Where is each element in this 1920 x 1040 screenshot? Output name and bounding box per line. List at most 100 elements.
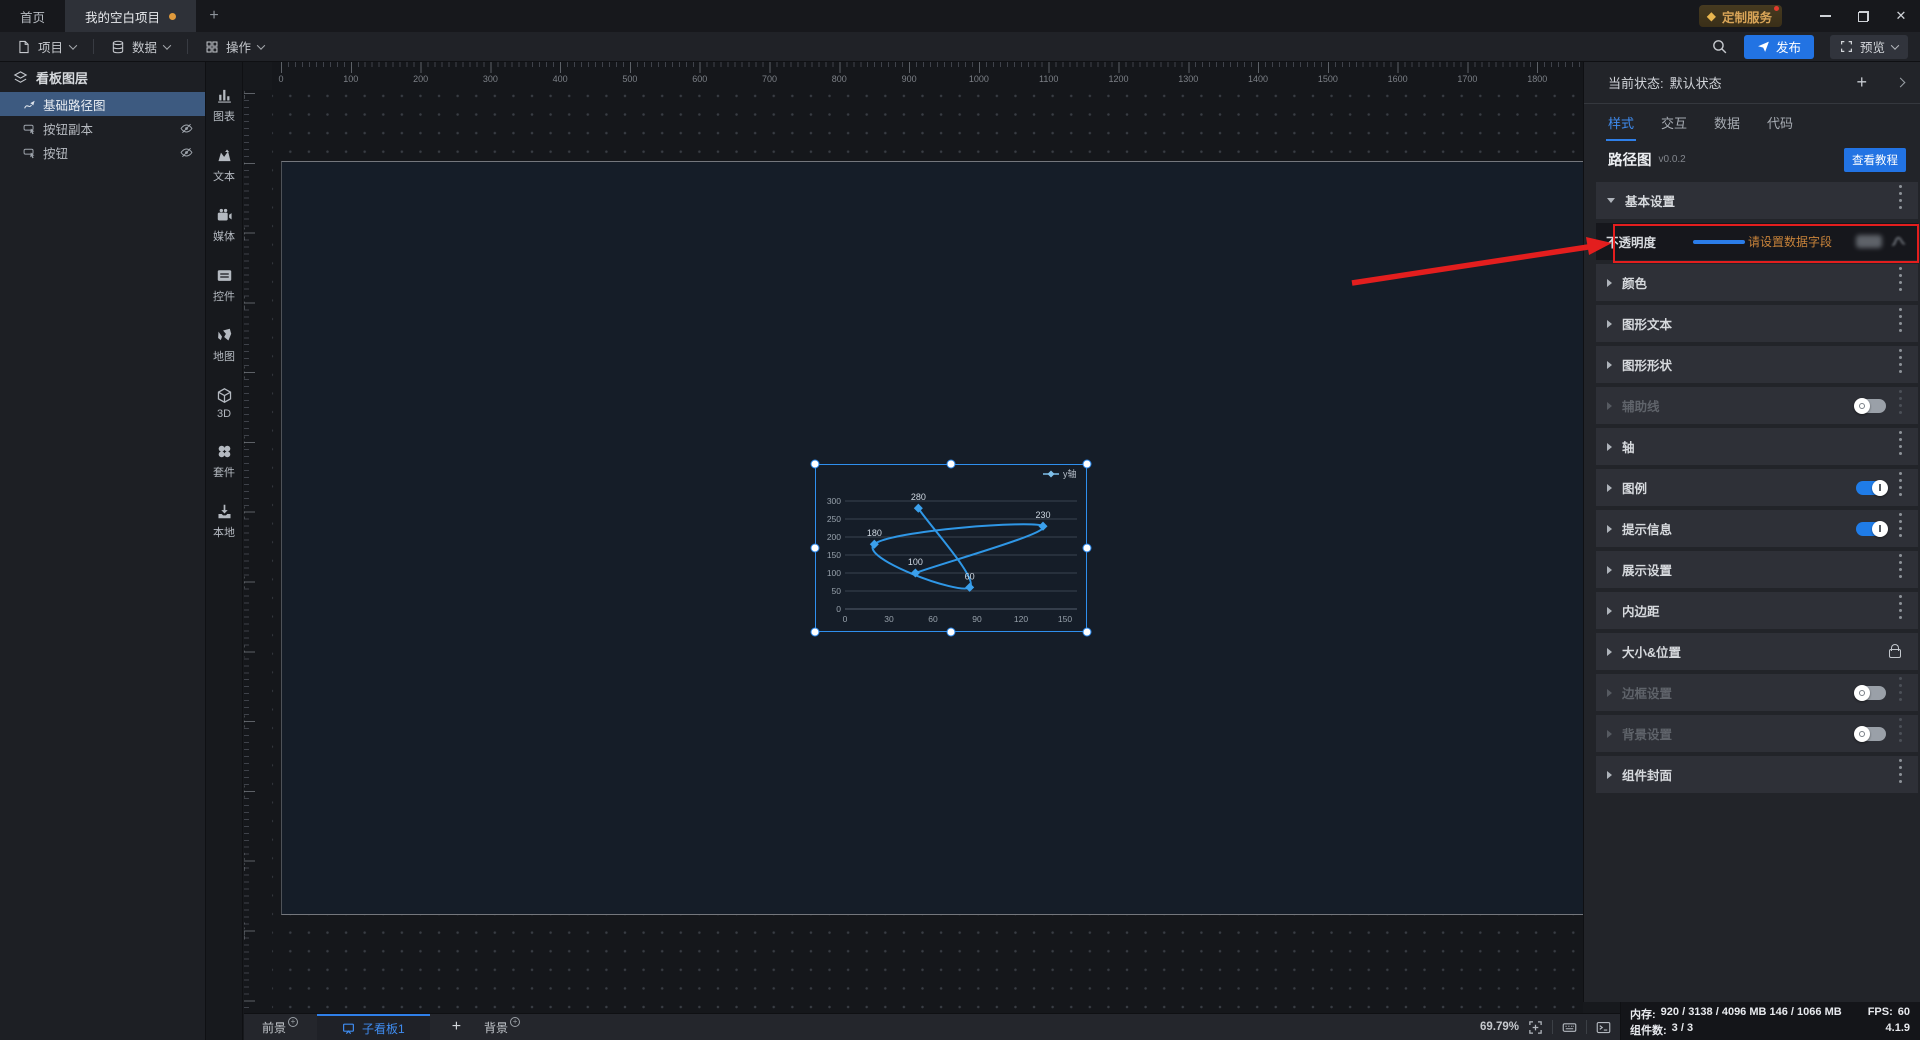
- section-展示设置[interactable]: 展示设置: [1596, 551, 1918, 588]
- toggle-off[interactable]: [1854, 684, 1886, 701]
- resize-handle[interactable]: [810, 459, 820, 469]
- close-button[interactable]: ✕: [1882, 0, 1920, 32]
- section-图形形状[interactable]: 图形形状: [1596, 346, 1918, 383]
- canvas-viewport[interactable]: 0 50 100 150 200 250 300 0 30 60 90 120 150 100 230 180…: [272, 90, 1583, 1013]
- more-menu-icon[interactable]: [1899, 445, 1902, 448]
- menu-doc[interactable]: 项目: [0, 32, 93, 61]
- tab-代码[interactable]: 代码: [1767, 104, 1793, 141]
- section-辅助线[interactable]: 辅助线: [1596, 387, 1918, 424]
- toolbar-item-cube[interactable]: 3D: [216, 387, 233, 420]
- more-menu-icon[interactable]: [1899, 691, 1902, 694]
- preview-button[interactable]: 预览: [1829, 34, 1908, 59]
- more-menu-icon[interactable]: [1899, 609, 1902, 612]
- caret-right-icon[interactable]: [1607, 401, 1612, 410]
- add-state-button[interactable]: +: [1856, 72, 1867, 93]
- layer-item[interactable]: 基础路径图: [0, 92, 205, 116]
- more-menu-icon[interactable]: [1899, 527, 1902, 530]
- resize-handle[interactable]: [810, 627, 820, 637]
- more-menu-icon[interactable]: [1899, 404, 1902, 407]
- more-menu-icon[interactable]: [1899, 281, 1902, 284]
- minimize-button[interactable]: [1806, 0, 1844, 32]
- restore-button[interactable]: [1844, 0, 1882, 32]
- caret-down-icon[interactable]: [1607, 198, 1615, 203]
- caret-right-icon[interactable]: [1607, 565, 1612, 574]
- background-button[interactable]: 背景 +: [474, 1017, 530, 1036]
- caret-right-icon[interactable]: [1607, 770, 1612, 779]
- more-menu-icon[interactable]: [1899, 199, 1902, 202]
- toggle-on[interactable]: [1856, 479, 1888, 496]
- section-背景设置[interactable]: 背景设置: [1596, 715, 1918, 752]
- more-menu-icon[interactable]: [1899, 568, 1902, 571]
- caret-right-icon[interactable]: [1607, 319, 1612, 328]
- toolbar-item-widget[interactable]: 控件: [213, 267, 235, 304]
- caret-right-icon[interactable]: [1607, 606, 1612, 615]
- custom-service-badge[interactable]: ◆ 定制服务: [1698, 5, 1782, 27]
- section-边框设置[interactable]: 边框设置: [1596, 674, 1918, 711]
- section-图例[interactable]: 图例: [1596, 469, 1918, 506]
- caret-right-icon[interactable]: [1607, 278, 1612, 287]
- caret-right-icon[interactable]: [1607, 483, 1612, 492]
- caret-right-icon[interactable]: [1607, 647, 1612, 656]
- more-menu-icon[interactable]: [1899, 363, 1902, 366]
- more-menu-icon[interactable]: [1899, 773, 1902, 776]
- lock-icon[interactable]: [1889, 644, 1901, 658]
- toolbar-item-chart[interactable]: 图表: [213, 87, 235, 124]
- publish-button[interactable]: 发布: [1743, 34, 1814, 59]
- foreground-button[interactable]: 前景 +: [252, 1017, 308, 1036]
- caret-right-icon[interactable]: [1607, 524, 1612, 533]
- project-tab[interactable]: 首页: [0, 0, 65, 32]
- tutorial-button[interactable]: 查看教程: [1844, 147, 1906, 172]
- toggle-off[interactable]: [1854, 725, 1886, 742]
- caret-right-icon[interactable]: [1607, 729, 1612, 738]
- chevron-right-icon[interactable]: [1895, 77, 1906, 88]
- caret-right-icon[interactable]: [1607, 442, 1612, 451]
- menu-grid[interactable]: 操作: [188, 32, 281, 61]
- section-颜色[interactable]: 颜色: [1596, 264, 1918, 301]
- toggle-visibility-button[interactable]: [180, 122, 193, 135]
- resize-handle[interactable]: [1082, 543, 1092, 553]
- data-bind-icon[interactable]: [1891, 234, 1908, 249]
- section-提示信息[interactable]: 提示信息: [1596, 510, 1918, 547]
- layer-item[interactable]: 按钮副本: [0, 116, 205, 140]
- layer-item[interactable]: 按钮: [0, 140, 205, 164]
- search-button[interactable]: [1711, 38, 1728, 55]
- new-project-tab-button[interactable]: +: [196, 0, 232, 32]
- path-chart-component[interactable]: 0 50 100 150 200 250 300 0 30 60 90 120 150 100 230 180…: [810, 459, 1092, 637]
- section-基本设置[interactable]: 基本设置: [1596, 182, 1918, 219]
- menu-db[interactable]: 数据: [94, 32, 187, 61]
- console-button[interactable]: [1596, 1020, 1611, 1035]
- add-foreground-icon[interactable]: +: [288, 1017, 299, 1027]
- toggle-on[interactable]: [1856, 520, 1888, 537]
- more-menu-icon[interactable]: [1899, 486, 1902, 489]
- opacity-setting-row[interactable]: 不透明度 请设置数据字段: [1596, 223, 1918, 260]
- caret-right-icon[interactable]: [1607, 688, 1612, 697]
- shortcut-keys-button[interactable]: [1562, 1020, 1577, 1035]
- more-menu-icon[interactable]: [1899, 732, 1902, 735]
- toggle-visibility-button[interactable]: [180, 146, 193, 159]
- section-大小&位置[interactable]: 大小&位置: [1596, 633, 1918, 670]
- tab-数据[interactable]: 数据: [1714, 104, 1740, 141]
- toolbar-item-media[interactable]: 媒体: [213, 207, 235, 244]
- opacity-slider[interactable]: 请设置数据字段: [1693, 235, 1851, 249]
- section-内边距[interactable]: 内边距: [1596, 592, 1918, 629]
- tab-样式[interactable]: 样式: [1605, 104, 1637, 141]
- add-background-icon[interactable]: +: [510, 1017, 521, 1027]
- fit-view-button[interactable]: [1528, 1020, 1543, 1035]
- toolbar-item-kit[interactable]: 套件: [213, 443, 235, 480]
- subboard-tab[interactable]: 子看板1: [317, 1014, 430, 1040]
- toolbar-item-local[interactable]: 本地: [213, 503, 235, 540]
- resize-handle[interactable]: [810, 543, 820, 553]
- toolbar-item-map[interactable]: 地图: [213, 327, 235, 364]
- tab-交互[interactable]: 交互: [1661, 104, 1687, 141]
- section-图形文本[interactable]: 图形文本: [1596, 305, 1918, 342]
- add-subboard-button[interactable]: +: [439, 1018, 474, 1036]
- toggle-off[interactable]: [1854, 397, 1886, 414]
- caret-right-icon[interactable]: [1607, 360, 1612, 369]
- project-tab[interactable]: 我的空白项目: [65, 0, 197, 32]
- resize-handle[interactable]: [946, 627, 956, 637]
- section-组件封面[interactable]: 组件封面: [1596, 756, 1918, 793]
- more-menu-icon[interactable]: [1899, 322, 1902, 325]
- resize-handle[interactable]: [946, 459, 956, 469]
- toolbar-item-text[interactable]: 文本: [213, 147, 235, 184]
- resize-handle[interactable]: [1082, 459, 1092, 469]
